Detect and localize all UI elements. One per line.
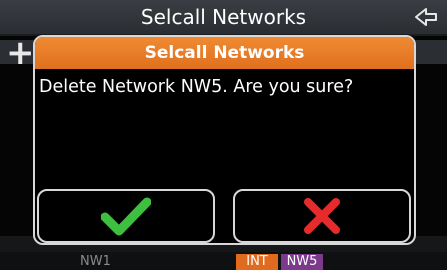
confirm-button[interactable]	[37, 189, 215, 243]
dialog-title: Selcall Networks	[35, 37, 414, 69]
header-bar: Selcall Networks	[0, 0, 447, 36]
network-row-label: NW1	[80, 254, 111, 269]
back-arrow-icon[interactable]	[413, 6, 439, 28]
nw5-badge: NW5	[281, 254, 323, 270]
background-bottom-row	[0, 252, 447, 270]
checkmark-icon	[101, 197, 151, 236]
selcall-networks-screen: Selcall Networks + NW1 INT NW5 Selcall N…	[0, 0, 447, 270]
confirm-dialog: Selcall Networks Delete Network NW5. Are…	[33, 35, 416, 245]
page-title: Selcall Networks	[140, 5, 307, 29]
cancel-button[interactable]	[233, 189, 411, 243]
int-badge: INT	[236, 254, 278, 270]
dialog-message: Delete Network NW5. Are you sure?	[39, 77, 354, 97]
x-icon	[304, 198, 340, 234]
